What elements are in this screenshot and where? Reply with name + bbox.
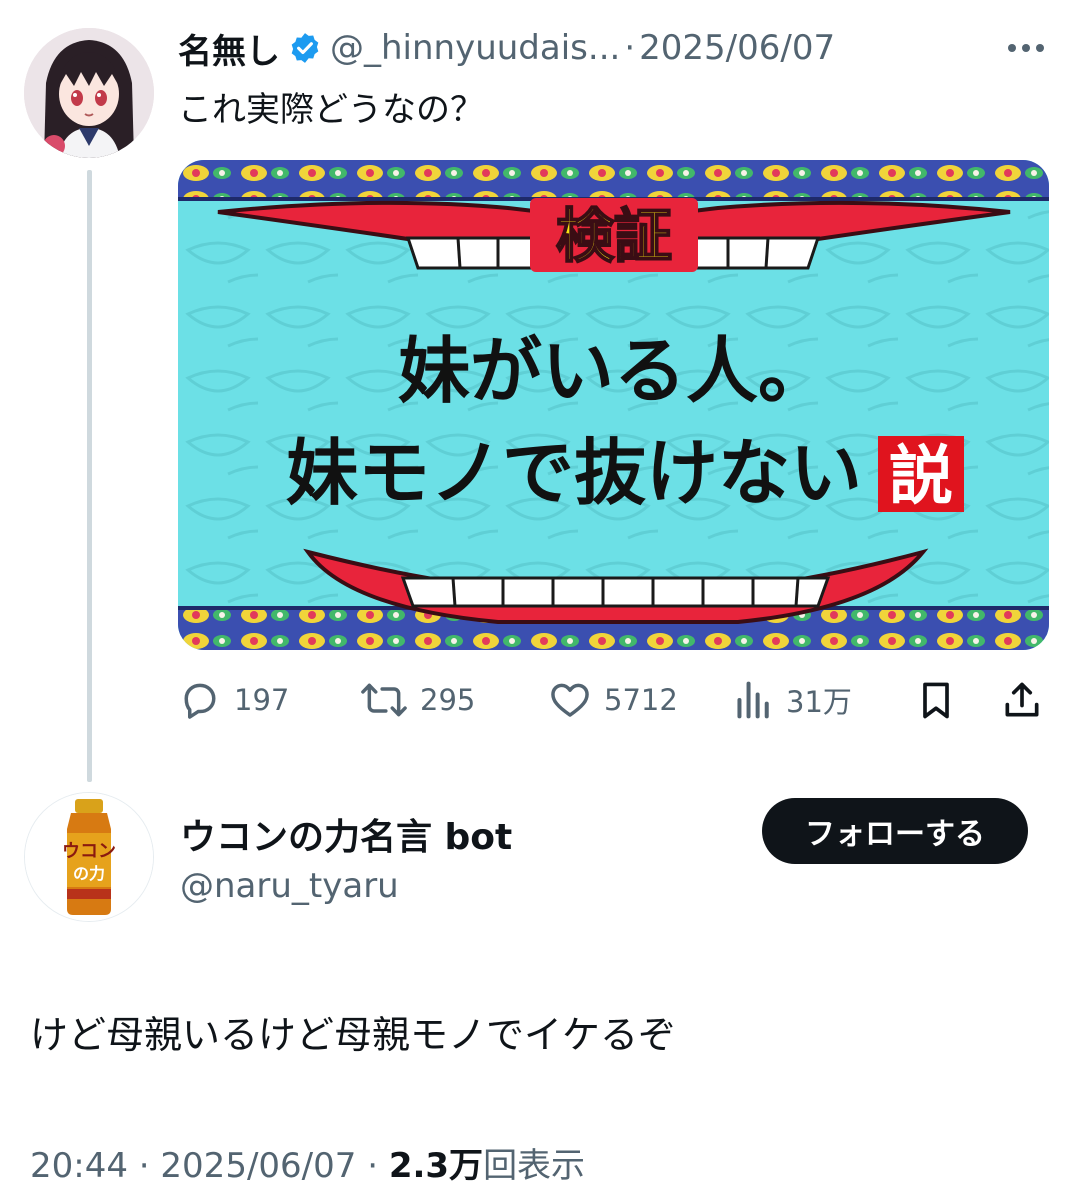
anime-girl-avatar-image bbox=[24, 28, 154, 158]
views-count: 31万 bbox=[786, 685, 852, 719]
reply-user-handle[interactable]: @naru_tyaru bbox=[180, 866, 399, 906]
reply-user-name[interactable]: ウコンの力名言 bot bbox=[180, 808, 512, 860]
media-badge-text: 検証 bbox=[556, 202, 672, 270]
reply-count: 197 bbox=[234, 683, 290, 717]
more-icon[interactable] bbox=[1002, 30, 1050, 66]
verified-badge-icon bbox=[288, 31, 322, 65]
reply-user-avatar[interactable]: ウコン の力 bbox=[24, 792, 154, 922]
meta-separator: · bbox=[356, 1146, 389, 1186]
tweet-full-date[interactable]: 2025/06/07 bbox=[160, 1146, 356, 1186]
follow-button[interactable]: フォローする bbox=[762, 798, 1028, 864]
like-button[interactable]: 5712 bbox=[548, 672, 678, 728]
media-title-line1: 妹がいる人。 bbox=[398, 329, 830, 413]
reply-tweet-text: けど母親いるけど母親モノでイケるぞ bbox=[30, 1013, 677, 1057]
views-total-label: 回表示 bbox=[483, 1146, 586, 1186]
tweet-text: これ実際どうなの？ bbox=[178, 90, 484, 130]
tweet-header: 名無し @_hinnyuudais... · 2025/06/07 bbox=[178, 24, 835, 73]
tweet-media-image[interactable]: 検証 妹がいる人。 妹モノで抜けない 説 bbox=[178, 160, 1049, 650]
repost-count: 295 bbox=[420, 683, 476, 717]
views-button[interactable]: 31万 bbox=[734, 672, 852, 728]
reply-icon bbox=[184, 683, 216, 719]
tweet-time[interactable]: 20:44 bbox=[30, 1146, 128, 1186]
meta-separator: · bbox=[127, 1146, 161, 1186]
author-avatar[interactable] bbox=[24, 28, 154, 158]
like-count: 5712 bbox=[604, 683, 678, 717]
views-icon bbox=[737, 681, 769, 719]
author-name[interactable]: 名無し bbox=[178, 24, 280, 73]
thread-connector-line bbox=[87, 170, 92, 782]
share-button[interactable] bbox=[1000, 672, 1044, 728]
repost-icon bbox=[361, 683, 407, 717]
tweet-date[interactable]: 2025/06/07 bbox=[639, 28, 835, 68]
bookmark-icon bbox=[923, 682, 949, 719]
header-separator: · bbox=[624, 28, 636, 68]
repost-button[interactable]: 295 bbox=[360, 672, 475, 728]
tweet-meta: 20:44 · 2025/06/07 · 2.3万 回表示 bbox=[30, 1138, 585, 1187]
svg-text:ウコン: ウコン bbox=[62, 841, 116, 862]
bookmark-button[interactable] bbox=[914, 672, 958, 728]
media-title-line2: 妹モノで抜けない bbox=[286, 431, 862, 515]
views-total-count: 2.3万 bbox=[388, 1146, 484, 1186]
tweet-action-bar: 197 295 5712 31万 bbox=[178, 672, 1046, 728]
variety-show-title-card: 検証 妹がいる人。 妹モノで抜けない 説 bbox=[178, 160, 1049, 650]
svg-text:の力: の力 bbox=[73, 864, 105, 883]
reply-button[interactable]: 197 bbox=[178, 672, 289, 728]
author-handle[interactable]: @_hinnyuudais... bbox=[330, 28, 620, 68]
share-icon bbox=[1005, 682, 1039, 717]
like-icon bbox=[551, 683, 589, 717]
energy-drink-bottle-avatar-image: ウコン の力 bbox=[25, 793, 153, 921]
media-stamp-text: 説 bbox=[889, 440, 953, 514]
